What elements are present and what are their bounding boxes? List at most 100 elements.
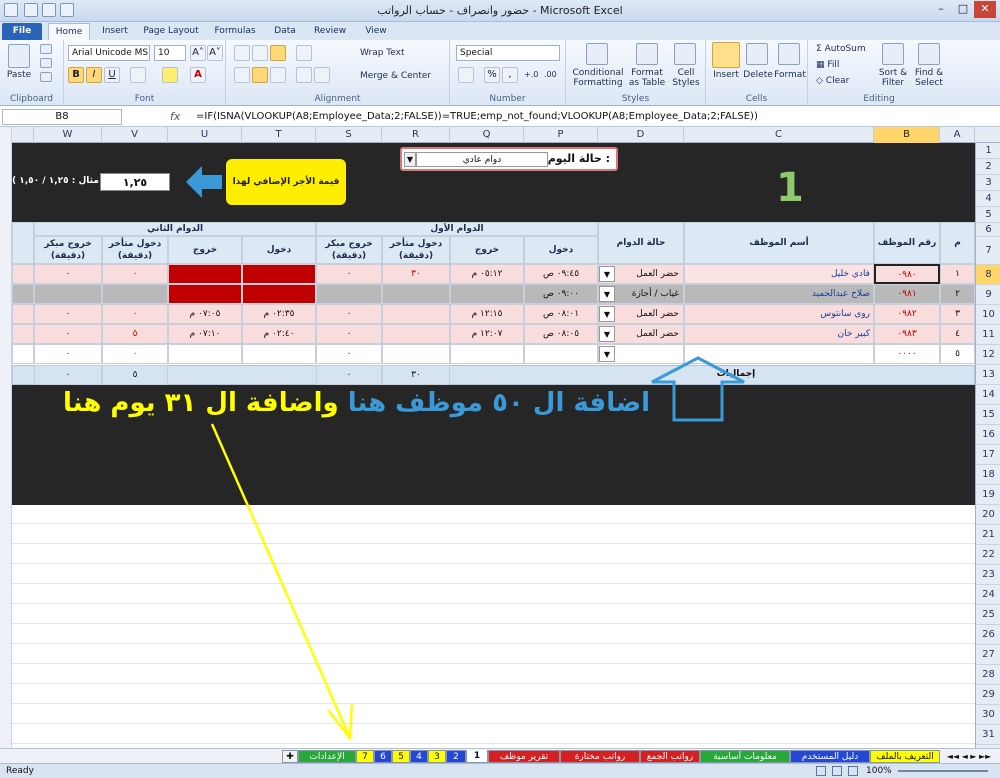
row-header-20[interactable]: 20 [976, 505, 1000, 525]
row-header-23[interactable]: 23 [976, 565, 1000, 585]
close-button[interactable]: ✕ [974, 1, 996, 18]
align-center-icon[interactable] [252, 67, 268, 83]
column-header-s[interactable]: S [316, 127, 382, 143]
employee-4-out1[interactable]: ١٢:٠٧ م [450, 324, 524, 344]
merge-center-button[interactable]: Merge & Center [360, 71, 431, 81]
column-header-t[interactable]: T [242, 127, 316, 143]
sheet-tab-settings[interactable]: الإعدادات [298, 750, 356, 763]
fill-button[interactable]: ▦ Fill [816, 60, 839, 70]
paste-button[interactable]: Paste [2, 70, 36, 80]
employee-1-out1[interactable]: ٠٥:١٢ م [450, 264, 524, 284]
row-header-4[interactable]: 4 [976, 191, 1000, 207]
employee-2-early2[interactable] [34, 284, 102, 304]
tab-home[interactable]: Home [48, 23, 90, 40]
employee-4-early1[interactable]: ٠ [316, 324, 382, 344]
row-header-29[interactable]: 29 [976, 685, 1000, 705]
employee-2-late2[interactable] [102, 284, 168, 304]
employee-3-early2[interactable]: ٠ [34, 304, 102, 324]
sheet-tab-6[interactable]: 6 [374, 750, 392, 763]
row-header-16[interactable]: 16 [976, 425, 1000, 445]
sheet-nav-arrows[interactable]: ◄◄ ◄ ► ►► [940, 750, 998, 763]
number-format-select[interactable]: Special [456, 45, 560, 61]
delete-button[interactable]: Delete [740, 70, 776, 80]
status-dropdown-icon[interactable]: ▼ [599, 286, 615, 302]
employee-4-late1[interactable] [382, 324, 450, 344]
employee-5-late2[interactable]: ٠ [102, 344, 168, 364]
align-middle-icon[interactable] [252, 45, 268, 61]
employee-2-m[interactable]: ٢ [940, 284, 975, 304]
employee-2-in2[interactable] [242, 284, 316, 304]
vertical-scrollbar[interactable] [0, 127, 12, 750]
status-dropdown-icon[interactable]: ▼ [599, 306, 615, 322]
column-header-d[interactable]: D [598, 127, 684, 143]
column-header-extra[interactable] [12, 127, 34, 143]
increase-decimal-button[interactable]: +.0 [524, 70, 538, 80]
format-painter-icon[interactable] [40, 72, 52, 82]
row-header-13[interactable]: 13 [976, 365, 1000, 385]
delete-cells-icon[interactable] [746, 43, 768, 65]
row-header-15[interactable]: 15 [976, 405, 1000, 425]
grow-font-button[interactable]: A˄ [190, 45, 206, 61]
row-header-26[interactable]: 26 [976, 625, 1000, 645]
employee-4-early2[interactable]: ٠ [34, 324, 102, 344]
column-header-p[interactable]: P [524, 127, 598, 143]
currency-icon[interactable] [458, 67, 474, 83]
shrink-font-button[interactable]: A˅ [207, 45, 223, 61]
decrease-decimal-button[interactable]: .00 [544, 70, 557, 80]
comma-button[interactable]: , [502, 67, 518, 83]
row-header-22[interactable]: 22 [976, 545, 1000, 565]
sheet-tab-3[interactable]: 3 [428, 750, 446, 763]
employee-5-no[interactable]: ٠٠٠٠ [874, 344, 940, 364]
row-header-2[interactable]: 2 [976, 159, 1000, 175]
employee-5-in2[interactable] [242, 344, 316, 364]
sheet-tab-2[interactable]: 2 [446, 750, 466, 763]
page-layout-view-icon[interactable] [832, 766, 842, 776]
day-status-select[interactable]: دوام عادي [416, 152, 548, 167]
row-header-8[interactable]: 8 [976, 265, 1000, 285]
zoom-slider[interactable] [898, 770, 988, 772]
employee-2-out2[interactable] [168, 284, 242, 304]
insert-button[interactable]: Insert [708, 70, 744, 80]
employee-2-early1[interactable] [316, 284, 382, 304]
row-header-28[interactable]: 28 [976, 665, 1000, 685]
format-table-icon[interactable] [636, 43, 658, 65]
row-header-7[interactable]: 7 [976, 237, 1000, 265]
find-select-icon[interactable] [918, 43, 940, 65]
tab-insert[interactable]: Insert [96, 23, 134, 40]
row-header-31[interactable]: 31 [976, 725, 1000, 745]
row-header-14[interactable]: 14 [976, 385, 1000, 405]
employee-3-out1[interactable]: ١٢:١٥ م [450, 304, 524, 324]
row-header-12[interactable]: 12 [976, 345, 1000, 365]
row-header-17[interactable]: 17 [976, 445, 1000, 465]
employee-3-in1[interactable]: ٠٨:٠١ ص [524, 304, 598, 324]
employee-1-late1[interactable]: ٣٠ [382, 264, 450, 284]
font-size-select[interactable]: 10 [154, 45, 186, 61]
italic-button[interactable]: I [86, 67, 102, 83]
align-left-icon[interactable] [234, 67, 250, 83]
overtime-value-input[interactable]: ١,٢٥ [100, 173, 170, 191]
row-header-11[interactable]: 11 [976, 325, 1000, 345]
employee-5-out1[interactable] [450, 344, 524, 364]
font-color-icon[interactable]: A [190, 67, 206, 83]
employee-5-out2[interactable] [168, 344, 242, 364]
status-dropdown-icon[interactable]: ▼ [599, 266, 615, 282]
employee-3-late1[interactable] [382, 304, 450, 324]
fill-color-icon[interactable] [162, 67, 178, 83]
column-header-c[interactable]: C [684, 127, 874, 143]
employee-1-early1[interactable]: ٠ [316, 264, 382, 284]
copy-icon[interactable] [40, 58, 52, 68]
employee-2-late1[interactable] [382, 284, 450, 304]
column-header-u[interactable]: U [168, 127, 242, 143]
employee-1-in1[interactable]: ٠٩:٤٥ ص [524, 264, 598, 284]
sort-filter-icon[interactable] [882, 43, 904, 65]
sheet-tab-salary-all[interactable]: رواتب الجمع [640, 750, 700, 763]
align-right-icon[interactable] [270, 67, 286, 83]
employee-2-in1[interactable]: ٠٩:٠٠ ص [524, 284, 598, 304]
column-header-w[interactable]: W [34, 127, 102, 143]
fx-icon[interactable]: fx [170, 110, 180, 123]
status-dropdown-icon[interactable]: ▼ [599, 346, 615, 362]
zoom-level[interactable]: 100% [866, 764, 892, 778]
row-header-1[interactable]: 1 [976, 143, 1000, 159]
row-header-18[interactable]: 18 [976, 465, 1000, 485]
tab-file[interactable]: File [2, 23, 42, 40]
